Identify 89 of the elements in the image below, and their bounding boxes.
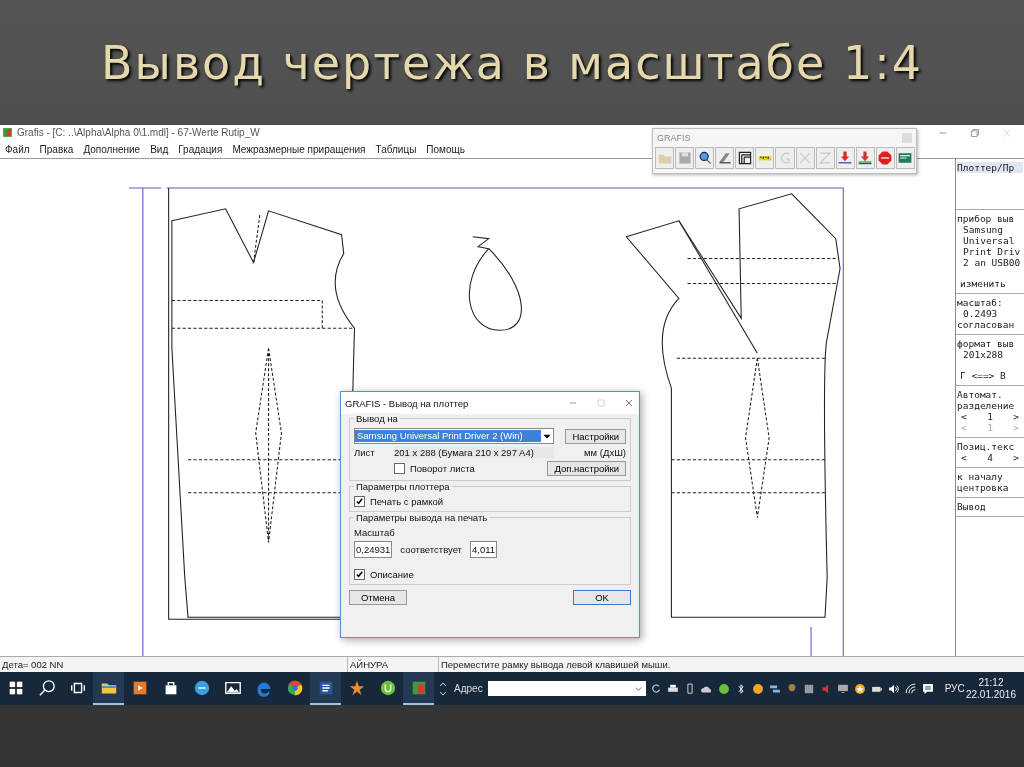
checkbox[interactable] bbox=[354, 496, 365, 507]
checkbox-label: Печать с рамкой bbox=[370, 496, 444, 507]
panel-value: 201x288 bbox=[962, 349, 1005, 360]
menu-item[interactable]: Помощь bbox=[421, 143, 470, 155]
menu-item[interactable]: Дополнение bbox=[78, 143, 146, 155]
panel-item[interactable]: Г <==> В bbox=[957, 370, 1023, 381]
panel-item[interactable]: к началу bbox=[957, 471, 1023, 482]
menu-item[interactable]: Таблицы bbox=[370, 143, 422, 155]
group-label: Вывод на bbox=[354, 413, 400, 424]
panel-item[interactable]: изменить bbox=[957, 278, 1023, 289]
panel-item[interactable]: Позиц.текс bbox=[957, 441, 1023, 452]
stepper-value: 1 bbox=[987, 411, 993, 422]
clock-date[interactable]: 22.01.2016 bbox=[965, 688, 1016, 701]
caret-icon bbox=[633, 684, 643, 693]
panel-item[interactable]: Автомат. bbox=[957, 389, 1023, 400]
checkbox-label: Описание bbox=[370, 569, 414, 580]
panel-value: 0.2493 bbox=[962, 308, 999, 319]
ok-button[interactable]: OK bbox=[573, 590, 631, 605]
globe-icon bbox=[192, 678, 211, 697]
ratio-field[interactable]: 4,011 bbox=[469, 541, 498, 558]
stepper-value: 1 bbox=[987, 422, 993, 433]
matches-label: соответствует bbox=[400, 544, 462, 555]
app-icon bbox=[2, 127, 13, 138]
screen-icon bbox=[897, 150, 914, 166]
panel-header: Плоттер/Пр bbox=[957, 162, 1023, 173]
menu-item[interactable]: Вид bbox=[145, 143, 174, 155]
panel-value: Universal bbox=[962, 235, 1016, 246]
panel-item[interactable]: формат выв bbox=[957, 338, 1023, 349]
cancel-button[interactable]: Отмена bbox=[349, 590, 407, 605]
panel-item[interactable]: масштаб: bbox=[957, 297, 1023, 308]
stop-sign-icon bbox=[877, 150, 894, 166]
checkbox[interactable] bbox=[394, 463, 405, 474]
tool-button[interactable] bbox=[695, 147, 715, 169]
window-title: Grafis - [C: ..\Alpha\Alpha 0\1.mdl] - 67-Werte Rutip_W bbox=[17, 127, 260, 138]
scale-field[interactable]: 0,24931 bbox=[354, 541, 393, 558]
sheet-label: Лист bbox=[354, 447, 376, 458]
printer-dropdown[interactable]: Samsung Universal Print Driver 2 (Win) bbox=[354, 428, 554, 444]
star-icon[interactable] bbox=[852, 681, 867, 696]
sheet-field: 201 x 288 (Бумага 210 x 297 A4) bbox=[394, 447, 554, 458]
frames-icon bbox=[736, 150, 753, 166]
panel-item[interactable]: разделение bbox=[957, 400, 1023, 411]
panel-value: Samsung bbox=[962, 224, 1005, 235]
extra-settings-button[interactable]: Доп.настройки bbox=[547, 461, 626, 476]
slide-title: Вывод чертежа в масштабе 1:4 bbox=[100, 34, 924, 92]
next-arrow[interactable]: > bbox=[1013, 452, 1019, 463]
chrome-icon bbox=[285, 678, 304, 697]
download-icon bbox=[837, 150, 854, 166]
menu-item[interactable]: Правка bbox=[34, 143, 79, 155]
taskbar-button[interactable] bbox=[310, 672, 341, 705]
palette-title: GRAFIS bbox=[657, 133, 691, 143]
next-arrow[interactable]: > bbox=[1013, 411, 1019, 422]
unit-label: мм (ДхШ) bbox=[584, 447, 626, 458]
download-icon bbox=[857, 150, 874, 166]
panel-item[interactable]: согласован bbox=[957, 319, 1023, 330]
torrent-icon bbox=[378, 678, 397, 697]
panel-item[interactable]: Вывод bbox=[957, 501, 1023, 512]
settings-button[interactable]: Настройки bbox=[565, 428, 626, 444]
wifi-icon[interactable] bbox=[903, 681, 918, 696]
clock-time[interactable]: 21:12 bbox=[978, 676, 1004, 689]
checkbox[interactable] bbox=[354, 569, 365, 580]
language-indicator[interactable]: РУС bbox=[944, 683, 965, 694]
notification-icon[interactable] bbox=[920, 681, 935, 696]
group-label: Параметры вывода на печать bbox=[354, 512, 490, 523]
tool-button[interactable] bbox=[715, 147, 735, 169]
scale-label: Масштаб bbox=[354, 527, 396, 538]
checkbox-label: Поворот листа bbox=[410, 463, 475, 474]
group-label: Параметры плоттера bbox=[354, 481, 452, 492]
tool-button[interactable] bbox=[735, 147, 755, 169]
taskbar-button[interactable] bbox=[403, 672, 434, 705]
dialog-title: GRAFIS - Вывод на плоттер bbox=[345, 397, 470, 409]
panel-item[interactable]: прибор выв bbox=[957, 213, 1023, 224]
floppy-icon bbox=[676, 150, 693, 166]
plotter-icon bbox=[716, 150, 733, 166]
torrent-icon[interactable] bbox=[716, 681, 731, 696]
previous-arrow[interactable]: < bbox=[961, 452, 967, 463]
menu-item[interactable]: Межразмерные приращения bbox=[227, 143, 371, 155]
panel-item[interactable]: центровка bbox=[957, 482, 1023, 493]
address-label: Адрес bbox=[454, 683, 483, 694]
menu-item[interactable]: Файл bbox=[0, 143, 35, 155]
menu-item[interactable]: Градация bbox=[173, 143, 228, 155]
stepper-value: 4 bbox=[987, 452, 993, 463]
taskbar-button[interactable] bbox=[93, 672, 124, 705]
tool-button[interactable] bbox=[855, 147, 875, 169]
status-text: Переместите рамку вывода левой клавишей мыши. bbox=[440, 658, 672, 672]
panel-value: 2 an USB00 bbox=[962, 257, 1022, 268]
previous-arrow[interactable]: < bbox=[961, 411, 967, 422]
address-field[interactable] bbox=[487, 681, 646, 696]
panel-value: Print Driv bbox=[962, 246, 1022, 257]
search-icon bbox=[37, 678, 56, 697]
